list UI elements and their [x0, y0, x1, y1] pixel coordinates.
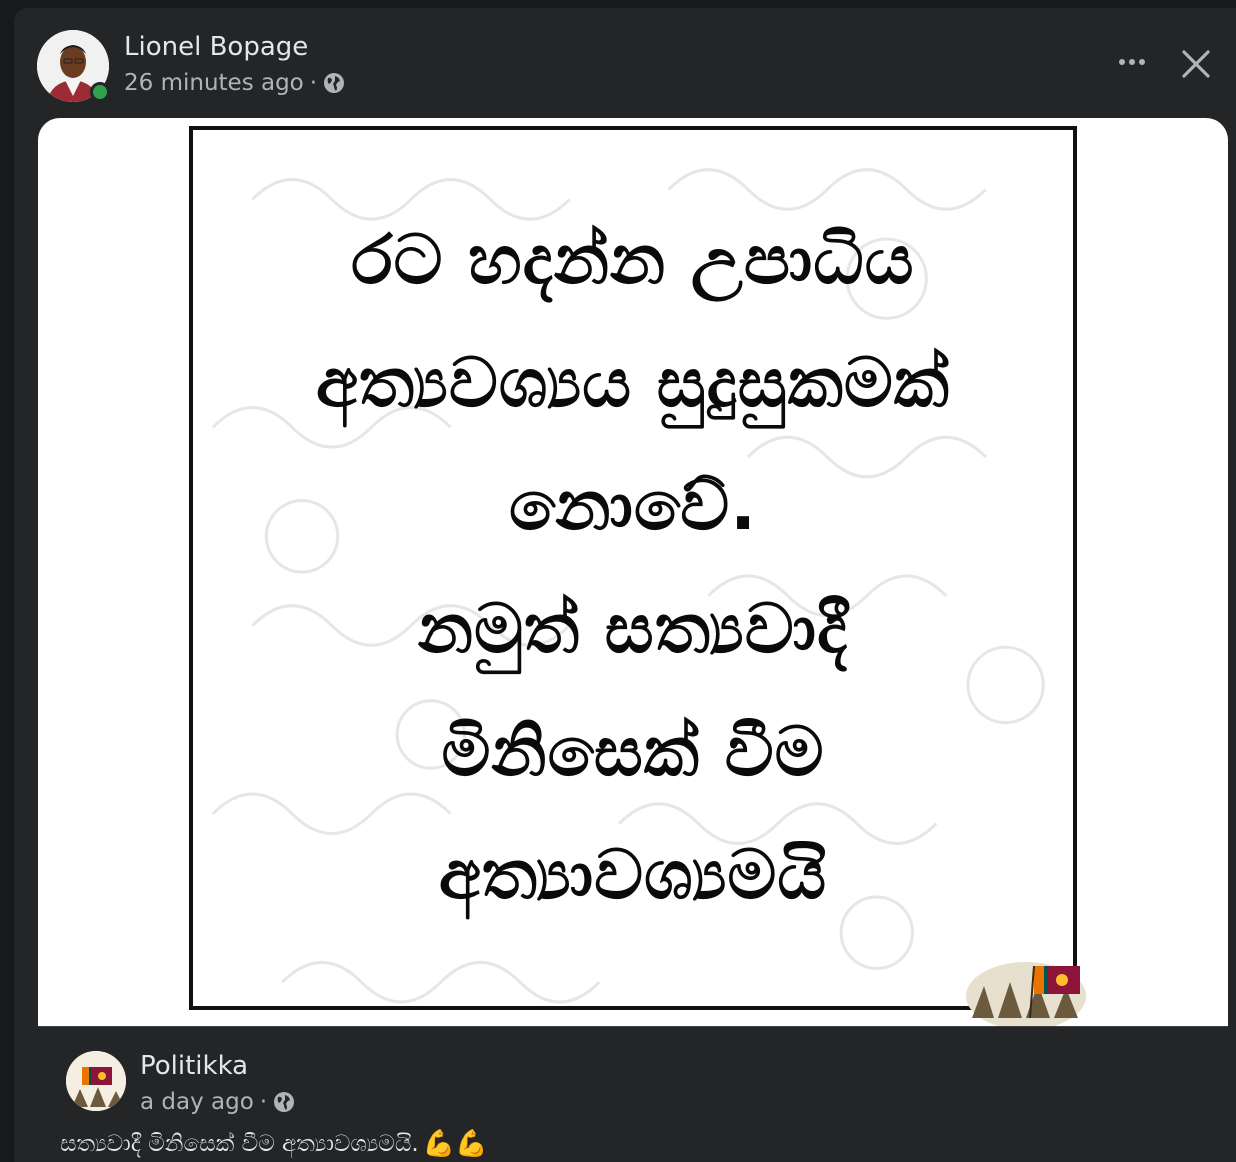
quote-text: රට හදන්න උපාධිය අත්‍යවශ්‍යය සුදුසුකමක් න… [193, 130, 1073, 1006]
page-avatar[interactable] [66, 1051, 126, 1111]
caption-text: සත්‍යවාදී මිනිසෙක් වීම අත්‍යාවශ්‍යමයි. [60, 1131, 419, 1157]
globe-icon[interactable] [273, 1091, 295, 1113]
quote-line: නොවේ. [509, 467, 757, 546]
shared-meta: a day ago · [140, 1089, 295, 1115]
more-icon-dot [1139, 59, 1145, 65]
post-image[interactable]: රට හදන්න උපාධිය අත්‍යවශ්‍යය සුදුසුකමක් න… [38, 118, 1228, 1026]
close-icon [1182, 50, 1210, 78]
quote-frame: රට හදන්න උපාධිය අත්‍යවශ්‍යය සුදුසුකමක් න… [189, 126, 1077, 1010]
close-button[interactable] [1176, 44, 1216, 84]
post-header: Lionel Bopage 26 minutes ago · [14, 8, 1236, 118]
meta-separator: · [309, 70, 318, 96]
politikka-logo [964, 926, 1088, 1026]
quote-line: අත්‍යවශ්‍යය සුදුසුකමක් [315, 344, 951, 423]
quote-line: මිනිසෙක් වීම [441, 713, 825, 792]
more-icon [1119, 59, 1125, 65]
quote-line: අත්‍යාවශ්‍යමයි [438, 836, 828, 915]
shared-timestamp[interactable]: a day ago [140, 1089, 254, 1115]
shared-post[interactable]: Politikka a day ago · සත්‍යවාදී මිනිසෙක්… [38, 1026, 1228, 1162]
quote-line: රට හදන්න උපාධිය [351, 221, 915, 300]
post-meta: 26 minutes ago · [124, 70, 345, 96]
more-options-button[interactable] [1112, 46, 1152, 78]
page-name[interactable]: Politikka [140, 1051, 248, 1081]
online-status-indicator [90, 82, 110, 102]
post-timestamp[interactable]: 26 minutes ago [124, 70, 304, 96]
flexed-biceps-icon: 💪💪 [422, 1129, 488, 1159]
meta-separator: · [259, 1089, 268, 1115]
author-name[interactable]: Lionel Bopage [124, 32, 308, 62]
globe-icon[interactable] [323, 72, 345, 94]
shared-caption: සත්‍යවාදී මිනිසෙක් වීම අත්‍යාවශ්‍යමයි. 💪… [60, 1131, 487, 1157]
quote-line: නමුත් සත්‍යවාදී [417, 590, 849, 669]
more-icon-dot [1129, 59, 1135, 65]
post-card: Lionel Bopage 26 minutes ago · රට හදන්න … [14, 8, 1236, 1162]
